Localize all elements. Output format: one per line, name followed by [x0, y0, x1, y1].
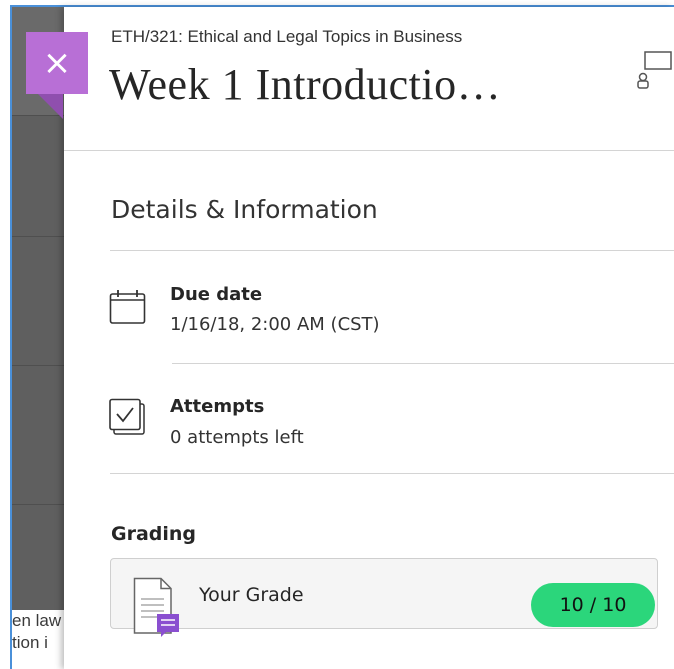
due-date-label: Due date	[170, 284, 263, 305]
attempts-label: Attempts	[170, 396, 265, 417]
page-title: Week 1 Introductio…	[109, 60, 502, 109]
attempts-value: 0 attempts left	[170, 427, 304, 448]
discussion-icon[interactable]	[636, 49, 674, 94]
divider	[64, 150, 674, 151]
divider	[110, 250, 674, 251]
close-icon: ×	[42, 43, 72, 83]
background-page-text: en law tion i	[12, 610, 64, 669]
details-panel: ETH/321: Ethical and Legal Topics in Bus…	[64, 7, 674, 669]
your-grade-card[interactable]: Your Grade 10 / 10	[110, 558, 658, 637]
divider	[172, 363, 674, 364]
close-button[interactable]: ×	[26, 32, 88, 94]
grading-section-title: Grading	[111, 523, 197, 545]
details-section-title: Details & Information	[111, 195, 378, 224]
document-grade-icon	[133, 577, 181, 644]
divider	[110, 473, 674, 474]
calendar-icon	[109, 289, 147, 330]
course-name: ETH/321: Ethical and Legal Topics in Bus…	[111, 27, 463, 46]
background-text-line: tion i	[12, 633, 48, 652]
grade-badge[interactable]: 10 / 10	[531, 583, 655, 627]
due-date-value: 1/16/18, 2:00 AM (CST)	[170, 314, 380, 335]
close-tab-fold	[38, 94, 63, 119]
attempts-icon	[109, 398, 149, 443]
your-grade-label: Your Grade	[199, 584, 304, 606]
background-text-line: en law	[12, 611, 62, 630]
